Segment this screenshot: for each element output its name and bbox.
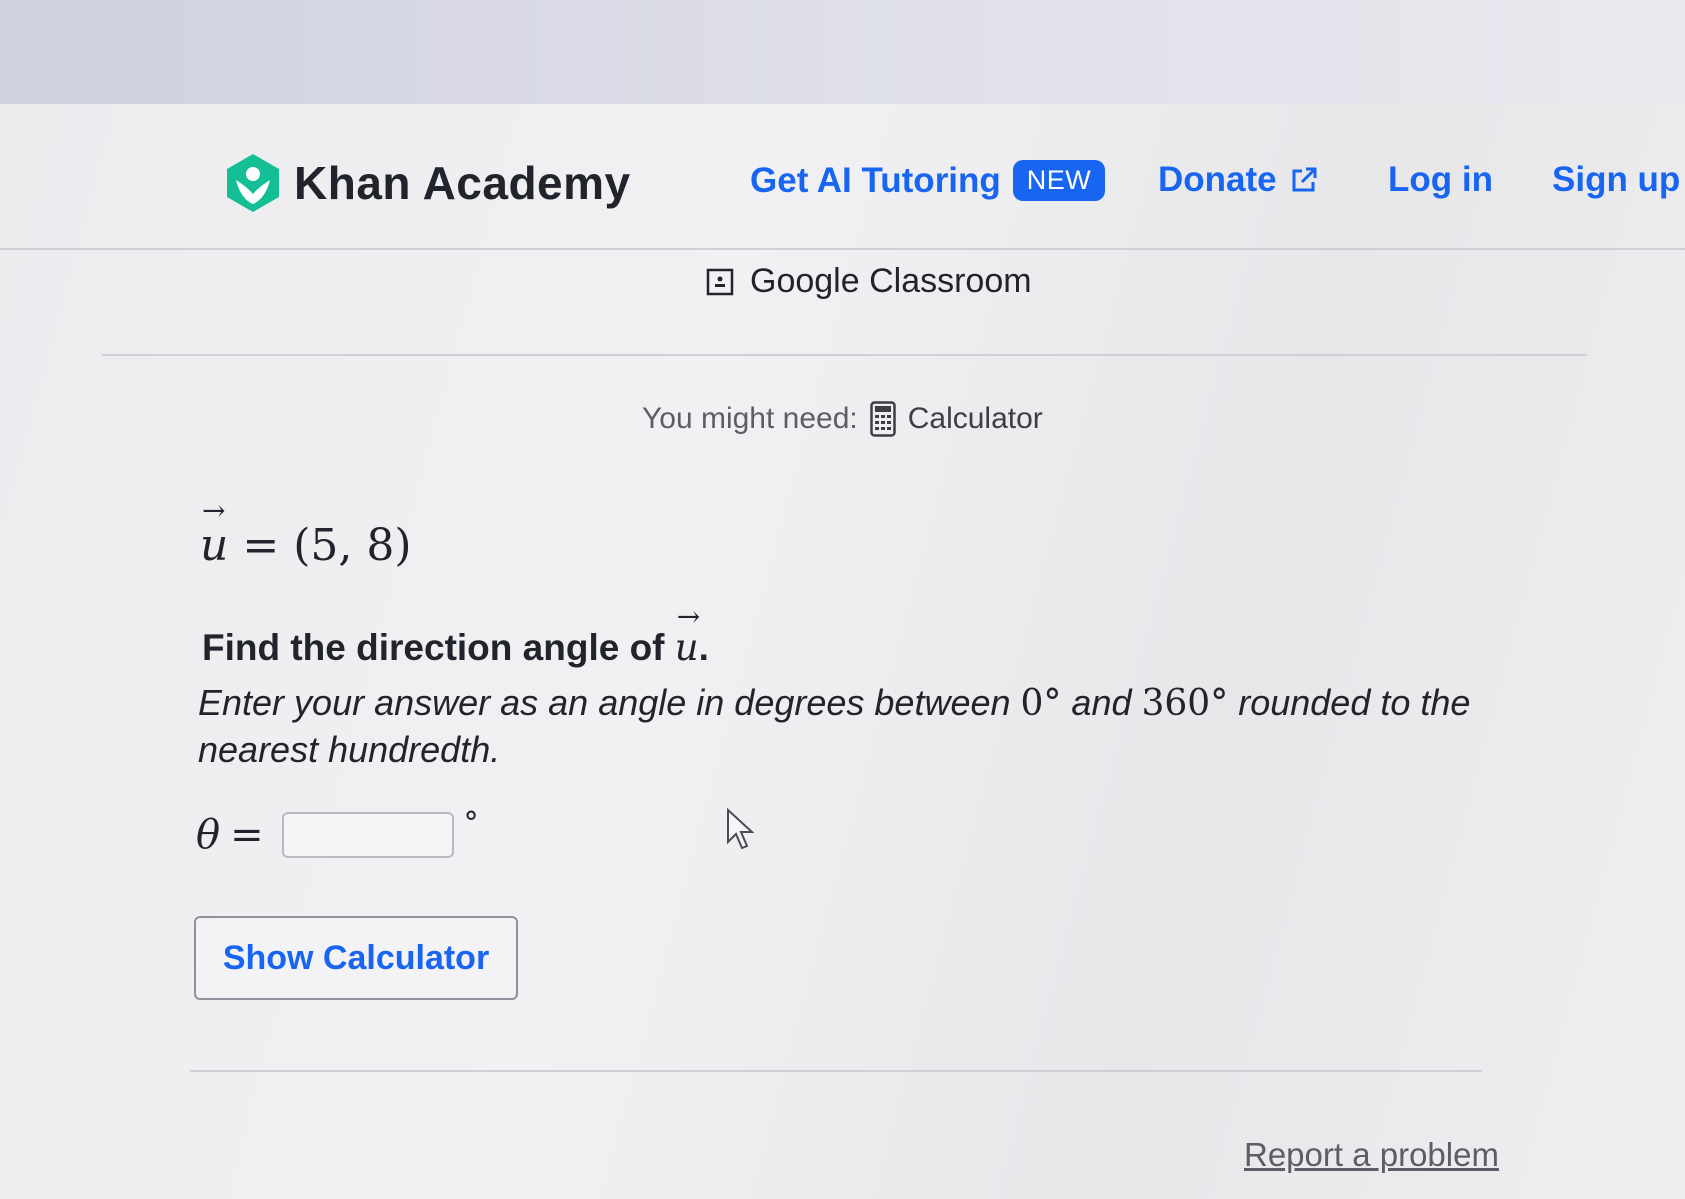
- instr-max-angle: 360°: [1141, 683, 1229, 724]
- vector-u-value: = (5, 8): [242, 520, 412, 571]
- you-might-need: You might need: Calculator: [642, 401, 1043, 437]
- theta-symbol: θ: [196, 812, 221, 858]
- nav-donate-label: Donate: [1158, 160, 1277, 199]
- footer-divider: [190, 1070, 1482, 1072]
- external-link-icon: [1292, 167, 1317, 192]
- sign-up-link[interactable]: Sign up: [1552, 160, 1680, 200]
- answer-instructions: Enter your answer as an angle in degrees…: [198, 680, 1498, 773]
- mouse-pointer-icon: [727, 808, 755, 850]
- equals-sign: =: [230, 812, 264, 858]
- instr-min-angle: 0°: [1020, 683, 1062, 724]
- browser-backdrop: [0, 0, 1685, 110]
- show-calculator-button[interactable]: Show Calculator: [194, 916, 518, 1000]
- khan-leaf-icon: [227, 154, 279, 212]
- question-text: Find the direction angle of: [202, 627, 675, 668]
- classroom-icon: [706, 268, 734, 295]
- khan-academy-logo[interactable]: Khan Academy: [224, 152, 631, 214]
- nav-login-label: Log in: [1388, 160, 1493, 199]
- need-calculator-label[interactable]: Calculator: [908, 402, 1043, 436]
- angle-answer-input[interactable]: [281, 812, 454, 858]
- question-period: .: [698, 627, 709, 668]
- get-ai-tutoring-link[interactable]: Get AI Tutoring NEW: [750, 160, 1106, 201]
- vector-definition: u = (5, 8): [200, 494, 412, 571]
- classroom-label: Google Classroom: [750, 262, 1032, 300]
- header-divider: [102, 354, 1587, 356]
- report-problem-link[interactable]: Report a problem: [1244, 1136, 1499, 1174]
- google-classroom-button[interactable]: Google Classroom: [706, 262, 1032, 301]
- calculator-icon: [869, 401, 896, 437]
- need-prefix: You might need:: [642, 402, 858, 435]
- brand-name: Khan Academy: [294, 157, 631, 209]
- vector-u-symbol: u: [200, 494, 228, 571]
- degree-symbol: °: [463, 806, 479, 841]
- answer-row: θ = °: [196, 806, 479, 858]
- nav-ai-label: Get AI Tutoring: [750, 160, 1001, 200]
- instr-part-2: and: [1061, 682, 1142, 723]
- new-badge: NEW: [1012, 160, 1106, 201]
- donate-link[interactable]: Donate: [1158, 160, 1319, 200]
- question-vector-symbol: u: [675, 600, 700, 669]
- log-in-link[interactable]: Log in: [1388, 160, 1493, 200]
- question-prompt: Find the direction angle of u.: [202, 600, 709, 669]
- instr-part-1: Enter your answer as an angle in degrees…: [198, 682, 1021, 723]
- nav-signup-label: Sign up: [1552, 160, 1681, 199]
